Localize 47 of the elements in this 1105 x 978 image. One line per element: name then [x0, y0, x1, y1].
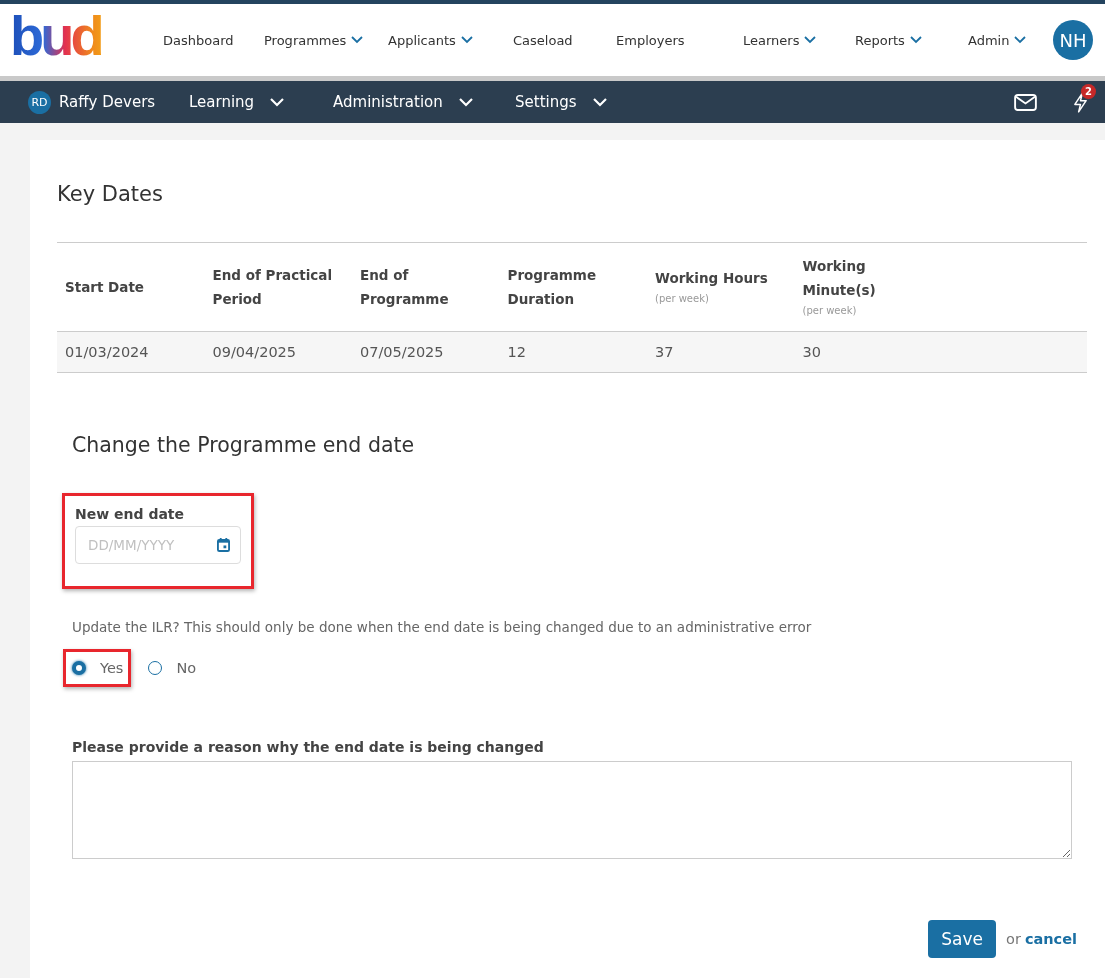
column-header: Start Date: [65, 278, 146, 297]
menu-dropdown[interactable]: Learning: [189, 93, 333, 111]
nav-link[interactable]: Employers: [616, 32, 743, 48]
cancel-link[interactable]: cancel: [1024, 931, 1077, 947]
chevron-down-icon: [592, 97, 607, 107]
table-cell-text: 12: [506, 344, 527, 360]
question-text: Update the ILR? This should only be done when the end date is being changed due to an administrative error: [72, 619, 813, 635]
field-label: New end date: [75, 506, 186, 522]
radio-button[interactable]: [148, 661, 163, 675]
nav-link[interactable]: Applicants: [388, 32, 513, 48]
nav-link[interactable]: Dashboard: [163, 32, 264, 48]
learner-name: Raffy Devers: [59, 93, 157, 111]
date-field[interactable]: DD/MM/YYYY: [75, 526, 241, 564]
radio-label[interactable]: Yes: [100, 660, 124, 676]
table-cell-text: 30: [801, 344, 822, 360]
column-header: Programme Duration: [507, 266, 598, 309]
user-avatar[interactable]: NH: [1053, 20, 1093, 60]
chevron-down-icon: [270, 97, 285, 107]
nav-link[interactable]: Admin: [968, 32, 1027, 48]
nav-link[interactable]: Learners: [743, 32, 855, 48]
radio-label[interactable]: No: [176, 660, 197, 676]
column-note: (per week): [655, 292, 710, 306]
menu-dropdown[interactable]: Settings: [515, 93, 607, 111]
table-cell-text: 09/04/2025: [211, 344, 298, 360]
column-header: End of Practical Period: [212, 266, 334, 309]
nav-link[interactable]: Programmes: [264, 32, 388, 48]
section-title: Key Dates: [57, 182, 164, 206]
learner-avatar: RD: [28, 90, 51, 114]
calendar-icon[interactable]: [217, 538, 230, 552]
or-text: or: [1006, 931, 1021, 947]
mail-icon[interactable]: [1014, 93, 1037, 111]
column-header: Working Minute(s): [802, 257, 877, 300]
column-header: End of Programme: [360, 266, 450, 309]
menu-dropdown[interactable]: Administration: [333, 93, 515, 111]
notification-badge: 2: [1081, 83, 1096, 99]
nav-link[interactable]: Reports: [855, 32, 968, 48]
table-cell-text: 37: [654, 344, 675, 360]
table-cell-text: 07/05/2025: [359, 344, 445, 360]
form-title: Change the Programme end date: [72, 433, 416, 457]
nav-link[interactable]: Caseload: [513, 32, 616, 48]
chevron-down-icon: [458, 97, 473, 107]
save-button[interactable]: Save: [928, 920, 997, 958]
field-label: Please provide a reason why the end date is being changed: [72, 739, 545, 755]
radio-button[interactable]: [72, 661, 86, 675]
column-header: Working Hours: [655, 269, 769, 288]
column-note: (per week): [802, 304, 858, 318]
table-cell-text: 01/03/2024: [64, 344, 150, 360]
